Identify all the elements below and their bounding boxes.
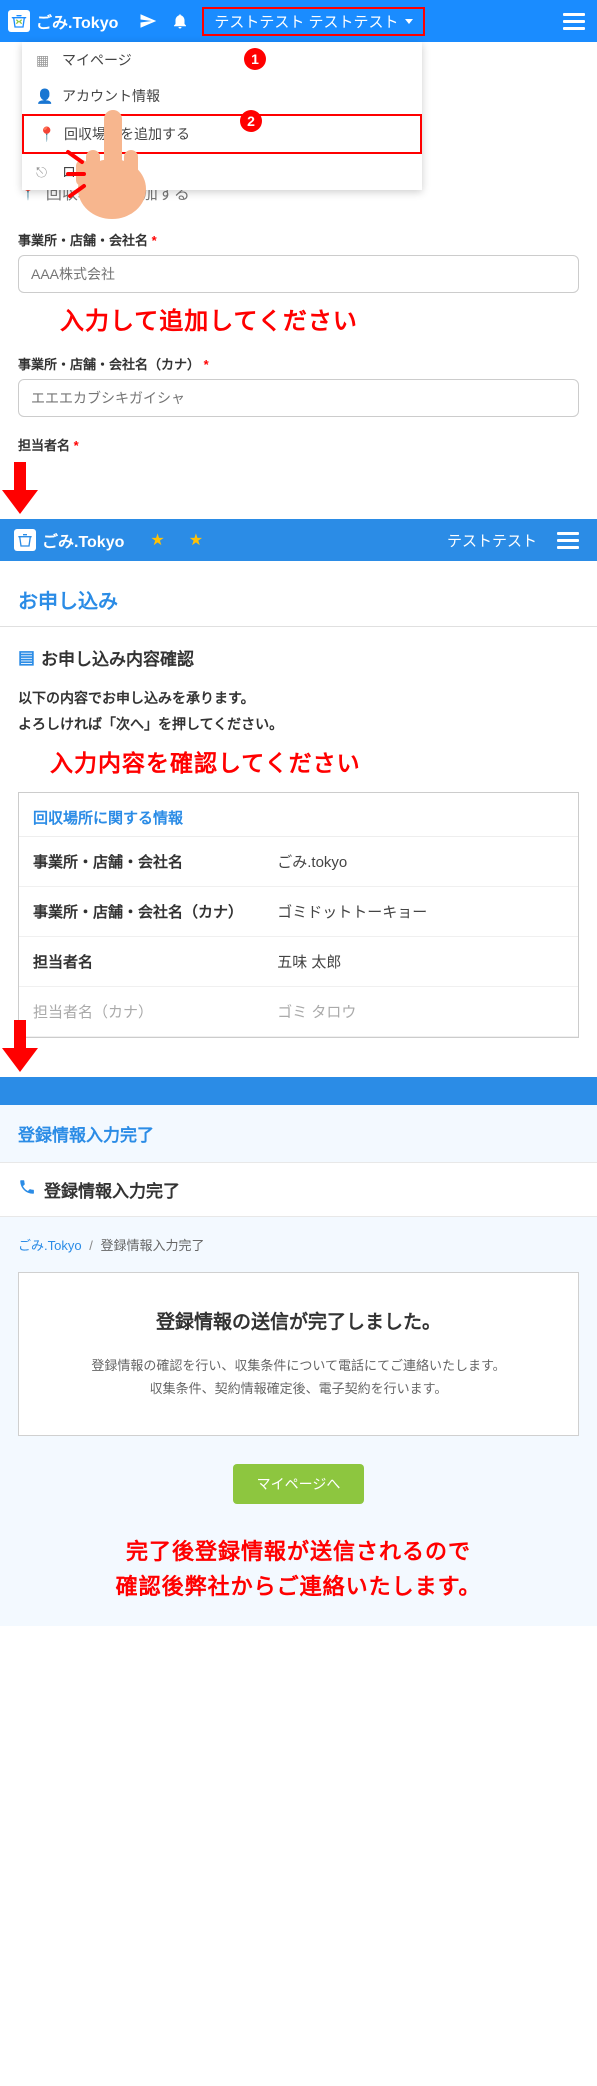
menu-account-label: アカウント情報 [62,86,160,106]
hamburger-menu[interactable] [553,528,583,553]
pin-icon: 📍 [38,126,54,143]
arrow-down-icon [0,1020,597,1077]
breadcrumb: ごみ.Tokyo / 登録情報入力完了 [0,1231,597,1272]
info-row: 担当者名 五味 太郎 [19,937,578,987]
company-label: 事業所・店舗・会社名 * [18,230,579,249]
user-name-dropdown[interactable]: テストテスト テストテスト [202,7,424,36]
star-icon[interactable]: ★ [189,530,203,550]
logo-icon [14,529,36,551]
info-row: 事業所・店舗・会社名 ごみ.tokyo [19,837,578,887]
menu-mypage-label: マイページ [62,50,132,70]
breadcrumb-current: 登録情報入力完了 [100,1238,204,1253]
breadcrumb-sep: / [89,1238,93,1253]
completion-text-1: 登録情報の確認を行い、収集条件について電話にてご連絡いたします。 [39,1354,558,1377]
annotation-badge-1: 1 [244,48,266,70]
confirm-desc-1: 以下の内容でお申し込みを承ります。 [0,688,597,714]
person-label: 担当者名 * [18,435,579,454]
logo-text: ごみ.Tokyo [36,9,118,33]
send-icon[interactable] [138,11,158,31]
completion-title: 登録情報の送信が完了しました。 [39,1307,558,1334]
confirm-desc-2: よろしければ「次へ」を押してください。 [0,714,597,740]
company-input[interactable] [18,255,579,293]
header-bar-3 [0,1077,597,1105]
hamburger-menu[interactable] [559,9,589,34]
kana-input[interactable] [18,379,579,417]
annotation-note-3: 完了後登録情報が送信されるので 確認後弊社からご連絡いたします。 [0,1504,597,1624]
logout-icon: ⎋ [36,164,52,181]
logo-text: ごみ.Tokyo [42,528,124,552]
info-box-title: 回収場所に関する情報 [19,793,578,837]
info-box: 回収場所に関する情報 事業所・店舗・会社名 ごみ.tokyo 事業所・店舗・会社… [18,792,579,1038]
annotation-note-1: 入力して追加してください [60,301,579,336]
star-icon[interactable]: ★ [150,530,164,550]
info-label: 担当者名（カナ） [33,1001,277,1022]
header-bar: ごみ.Tokyo テストテスト テストテスト [0,0,597,42]
section-title: 登録情報入力完了 [0,1162,597,1217]
mypage-button[interactable]: マイページへ [233,1464,365,1504]
user-icon: 👤 [36,88,52,105]
annotation-note-2: 入力内容を確認してください [0,740,597,792]
bell-icon[interactable] [170,11,190,31]
info-value: ゴミ タロウ [277,1001,564,1022]
info-value: ゴミドットトーキョー [277,901,564,922]
breadcrumb-home[interactable]: ごみ.Tokyo [18,1238,82,1253]
menu-mypage[interactable]: ▦ マイページ [22,42,422,78]
completion-text-2: 収集条件、契約情報確定後、電子契約を行います。 [39,1377,558,1400]
info-value: 五味 太郎 [277,951,564,972]
calendar-icon: ▦ [36,52,52,69]
header-bar-2: ごみ.Tokyo ★ ★ テストテスト [0,519,597,561]
info-row: 事業所・店舗・会社名（カナ） ゴミドットトーキョー [19,887,578,937]
arrow-down-icon [0,462,597,519]
annotation-badge-2: 2 [240,110,262,132]
info-label: 事業所・店舗・会社名 [33,851,277,872]
info-label: 担当者名 [33,951,277,972]
page-title: お申し込み [0,561,597,627]
kana-label: 事業所・店舗・会社名（カナ） * [18,354,579,373]
logo-icon [8,10,30,32]
info-label: 事業所・店舗・会社名（カナ） [33,901,277,922]
user-name-2[interactable]: テストテスト [447,530,537,551]
list-icon: ▤ [18,647,35,668]
user-name-text: テストテスト テストテスト [214,11,398,32]
info-value: ごみ.tokyo [277,851,564,872]
pointing-hand-icon [62,104,162,229]
page-title: 登録情報入力完了 [0,1105,597,1162]
section-title: ▤ お申し込み内容確認 [0,627,597,688]
completion-box: 登録情報の送信が完了しました。 登録情報の確認を行い、収集条件について電話にてご… [18,1272,579,1436]
phone-icon [18,1178,36,1201]
caret-down-icon [405,19,413,24]
